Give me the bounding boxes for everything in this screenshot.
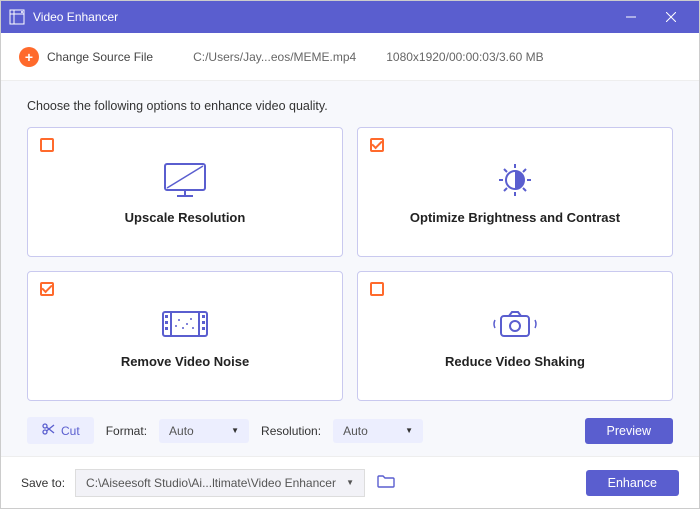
resolution-value: Auto <box>343 424 368 438</box>
folder-icon <box>377 474 395 491</box>
resolution-label: Resolution: <box>261 424 321 438</box>
save-to-label: Save to: <box>21 476 65 490</box>
option-brightness-contrast[interactable]: Optimize Brightness and Contrast <box>357 127 673 257</box>
option-label: Remove Video Noise <box>121 354 249 369</box>
option-label: Optimize Brightness and Contrast <box>410 210 620 225</box>
brightness-icon <box>491 160 539 200</box>
option-remove-noise[interactable]: Remove Video Noise <box>27 271 343 401</box>
preview-label: Preview <box>607 424 651 438</box>
checkbox-shaking[interactable] <box>370 282 384 296</box>
close-button[interactable] <box>651 1 691 33</box>
option-upscale-resolution[interactable]: Upscale Resolution <box>27 127 343 257</box>
option-reduce-shaking[interactable]: Reduce Video Shaking <box>357 271 673 401</box>
cut-button[interactable]: Cut <box>27 417 94 444</box>
app-icon <box>9 9 25 25</box>
change-source-button[interactable]: + Change Source File <box>19 47 153 67</box>
options-grid: Upscale Resolution Optimize Brightness a… <box>27 127 673 401</box>
open-folder-button[interactable] <box>375 472 397 494</box>
source-bar: + Change Source File C:/Users/Jay...eos/… <box>1 33 699 81</box>
camera-shake-icon <box>491 304 539 344</box>
cut-label: Cut <box>61 424 80 438</box>
titlebar: Video Enhancer <box>1 1 699 33</box>
chevron-down-icon: ▼ <box>405 426 413 435</box>
save-path-select[interactable]: C:\Aiseesoft Studio\Ai...ltimate\Video E… <box>75 469 365 497</box>
app-title: Video Enhancer <box>33 10 118 24</box>
option-label: Upscale Resolution <box>125 210 246 225</box>
chevron-down-icon: ▼ <box>346 478 354 487</box>
format-label: Format: <box>106 424 147 438</box>
controls-row: Cut Format: Auto ▼ Resolution: Auto ▼ Pr… <box>27 417 673 444</box>
preview-button[interactable]: Preview <box>585 418 673 444</box>
option-label: Reduce Video Shaking <box>445 354 585 369</box>
chevron-down-icon: ▼ <box>231 426 239 435</box>
scissors-icon <box>41 422 55 439</box>
instruction-text: Choose the following options to enhance … <box>27 99 673 113</box>
film-icon <box>161 304 209 344</box>
monitor-icon <box>161 160 209 200</box>
minimize-button[interactable] <box>611 1 651 33</box>
content-area: Choose the following options to enhance … <box>1 81 699 456</box>
checkbox-upscale[interactable] <box>40 138 54 152</box>
footer-bar: Save to: C:\Aiseesoft Studio\Ai...ltimat… <box>1 456 699 508</box>
enhance-label: Enhance <box>608 476 657 490</box>
format-value: Auto <box>169 424 194 438</box>
checkbox-brightness[interactable] <box>370 138 384 152</box>
checkbox-noise[interactable] <box>40 282 54 296</box>
change-source-label: Change Source File <box>47 50 153 64</box>
resolution-select[interactable]: Auto ▼ <box>333 419 423 443</box>
save-path-value: C:\Aiseesoft Studio\Ai...ltimate\Video E… <box>86 476 336 490</box>
app-window: Video Enhancer + Change Source File C:/U… <box>0 0 700 509</box>
source-file-meta: 1080x1920/00:00:03/3.60 MB <box>386 50 543 64</box>
enhance-button[interactable]: Enhance <box>586 470 679 496</box>
plus-icon: + <box>19 47 39 67</box>
source-file-path: C:/Users/Jay...eos/MEME.mp4 <box>193 50 356 64</box>
format-select[interactable]: Auto ▼ <box>159 419 249 443</box>
